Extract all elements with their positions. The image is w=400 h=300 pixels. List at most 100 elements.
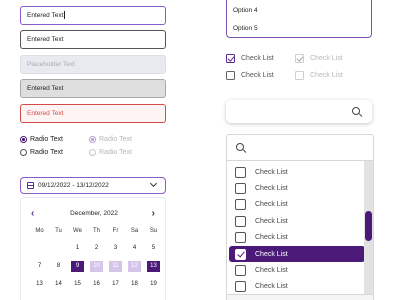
radio-label: Radio Text — [99, 149, 132, 156]
radio-disabled-selected: Radio Text — [89, 136, 132, 143]
calendar-day[interactable]: 13 — [33, 279, 46, 290]
checklist-item[interactable]: Check List — [229, 246, 365, 262]
calendar-month-label: December, 2022 — [70, 210, 118, 217]
calendar-day[interactable]: 17 — [109, 279, 122, 290]
calendar-day[interactable]: 8 — [52, 261, 65, 272]
checkbox-disabled-checked: Check List — [295, 54, 343, 63]
text-field-value: Entered Text — [27, 36, 64, 43]
checkbox-checked-icon — [235, 248, 246, 260]
checkbox-unchecked[interactable]: Check List — [226, 71, 274, 80]
option-item[interactable]: Option 5 — [233, 25, 258, 32]
checklist-item[interactable]: Check List — [229, 164, 365, 180]
checkbox-label: Check List — [310, 55, 343, 62]
calendar-day[interactable]: 1 — [71, 243, 84, 254]
checklist-item-label: Check List — [255, 168, 288, 176]
checkbox-unchecked-icon — [226, 71, 235, 80]
option-item[interactable]: Option 4 — [233, 7, 258, 14]
checklist-item-label: Check List — [255, 184, 288, 192]
search-icon[interactable] — [236, 143, 244, 151]
search-input[interactable] — [226, 100, 372, 123]
calendar-day[interactable]: 12 — [128, 261, 141, 272]
calendar-day[interactable]: 16 — [90, 279, 103, 290]
text-field-value: Entered Text — [27, 12, 64, 19]
radio-selected[interactable]: Radio Text — [20, 136, 63, 143]
text-field-placeholder-text: Placeholder Text — [27, 61, 75, 68]
radio-disabled-unselected: Radio Text — [89, 149, 132, 156]
checkbox-unchecked-icon — [235, 199, 246, 211]
text-caret — [64, 11, 66, 20]
radio-unselected[interactable]: Radio Text — [20, 149, 63, 156]
checklist-item-label: Check List — [255, 201, 288, 209]
checkbox-checked[interactable]: Check List — [226, 54, 274, 63]
calendar-day[interactable]: 7 — [33, 261, 46, 272]
radio-unselected-icon — [20, 149, 27, 156]
checkbox-label: Check List — [310, 72, 343, 79]
weekday-label: Sa — [130, 228, 139, 234]
next-month-button[interactable]: › — [152, 208, 155, 219]
checklist-item[interactable]: Check List — [229, 180, 365, 196]
text-field-placeholder[interactable]: Placeholder Text — [20, 55, 166, 74]
calendar-day[interactable]: 18 — [128, 279, 141, 290]
weekday-label: Mo — [35, 228, 44, 234]
calendar-day[interactable]: 10 — [90, 261, 103, 272]
checklist-item-label: Check List — [255, 217, 288, 225]
weekday-label: We — [73, 228, 82, 234]
text-field-default[interactable]: Entered Text — [20, 30, 166, 49]
calendar-day[interactable]: 14 — [52, 279, 65, 290]
checklist-item[interactable]: Check List — [229, 262, 365, 278]
calendar-day[interactable]: 19 — [147, 279, 160, 290]
text-field-value: Entered Text — [27, 110, 64, 117]
checklist-dropdown: Check List Check List Check List Check List… — [226, 134, 374, 300]
checkbox-unchecked-icon — [235, 232, 246, 244]
checkbox-unchecked-icon — [235, 215, 246, 227]
calendar-day[interactable]: 4 — [128, 243, 141, 254]
checkbox-checked-icon — [295, 54, 304, 63]
calendar-day[interactable]: 9 — [71, 261, 84, 272]
calendar-day[interactable]: 13 — [147, 261, 160, 272]
weekday-label: Th — [92, 228, 100, 234]
calendar-day[interactable]: 3 — [109, 243, 122, 254]
checklist-item[interactable]: Check List — [229, 213, 365, 229]
radio-unselected-icon — [89, 149, 96, 156]
checkbox-label: Check List — [241, 72, 274, 79]
text-field-disabled: Entered Text — [20, 79, 166, 98]
search-icon[interactable] — [352, 107, 360, 115]
radio-label: Radio Text — [30, 136, 63, 143]
checkbox-unchecked-icon — [235, 264, 246, 276]
radio-selected-icon — [20, 136, 27, 143]
weekday-label: Fr — [112, 228, 119, 234]
checklist-item[interactable]: Check List — [229, 279, 365, 295]
checkbox-label: Check List — [241, 55, 274, 62]
calendar-day[interactable]: 15 — [71, 279, 84, 290]
weekday-label: Su — [149, 228, 158, 234]
date-range-input[interactable]: 09/12/2022 - 13/12/2022 — [20, 177, 166, 194]
checklist-item[interactable]: Check List — [229, 197, 365, 213]
scrollbar-thumb[interactable] — [365, 211, 372, 241]
chevron-down-icon[interactable] — [149, 179, 158, 188]
checklist-item[interactable]: Check List — [229, 230, 365, 246]
checklist-item-label: Check List — [255, 250, 288, 258]
checklist-item-label: Check List — [255, 234, 288, 242]
dropdown-options: Option 4 Option 5 — [226, 0, 372, 38]
checklist-item-label: Check List — [255, 266, 288, 274]
checkbox-disabled-unchecked: Check List — [295, 71, 343, 80]
date-range-value: 09/12/2022 - 13/12/2022 — [38, 182, 109, 189]
checkbox-unchecked-icon — [295, 71, 304, 80]
checklist-footer — [227, 294, 373, 300]
weekday-label: Tu — [55, 228, 62, 234]
checkbox-unchecked-icon — [235, 281, 246, 293]
checkbox-unchecked-icon — [235, 182, 246, 194]
calendar-panel: ‹ December, 2022 › Mo Tu We Th Fr Sa Su 1 2 3 4 5 7 8… — [20, 197, 166, 300]
text-field-focused[interactable]: Entered Text — [20, 6, 166, 25]
text-field-value: Entered Text — [27, 85, 64, 92]
calendar-day[interactable]: 5 — [147, 243, 160, 254]
checklist-item-label: Check List — [255, 283, 288, 291]
text-field-error[interactable]: Entered Text — [20, 104, 166, 123]
calendar-day[interactable]: 2 — [90, 243, 103, 254]
checkbox-checked-icon — [226, 54, 235, 63]
calendar-icon — [27, 182, 34, 189]
radio-label: Radio Text — [99, 136, 132, 143]
checkbox-unchecked-icon — [235, 166, 246, 178]
calendar-day[interactable]: 11 — [109, 261, 122, 272]
radio-selected-icon — [89, 136, 96, 143]
